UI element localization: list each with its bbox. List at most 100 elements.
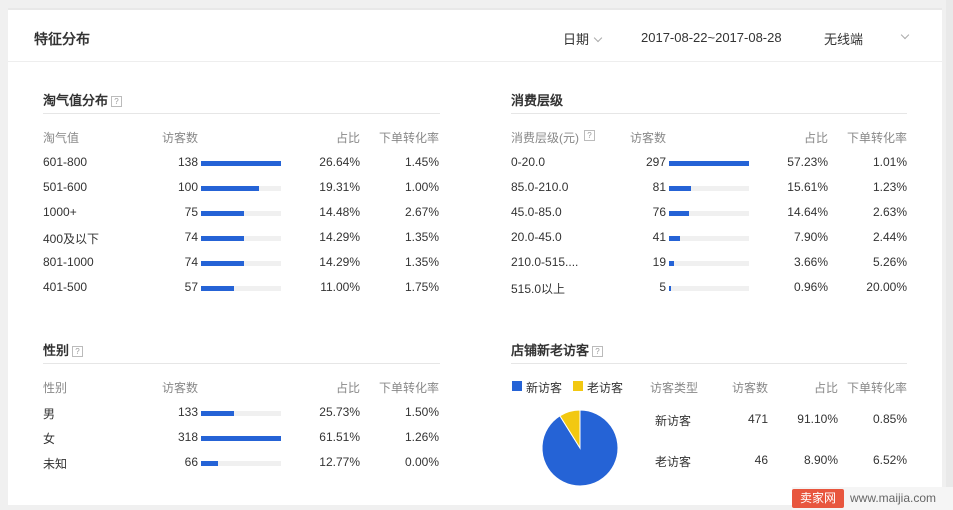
column-header: 性别 — [43, 381, 68, 395]
legend-swatch-new — [512, 381, 522, 391]
row-visitors: 5 — [659, 280, 666, 294]
row-conversion: 2.44% — [872, 230, 907, 244]
row-share: 19.31% — [319, 180, 360, 194]
bar-fill — [669, 286, 671, 291]
row-label: 0-20.0 — [511, 155, 546, 169]
bar-fill — [669, 236, 680, 241]
help-icon[interactable]: ? — [592, 346, 604, 357]
column-header: 占比 — [803, 131, 828, 145]
column-header: 占比 — [335, 381, 360, 395]
column-header: 下单转化率 — [378, 131, 439, 145]
bar-track — [201, 461, 281, 466]
gender-title-text: 性别 — [43, 343, 70, 358]
device-select[interactable]: 无线端 — [824, 29, 863, 48]
row-label: 501-600 — [43, 180, 88, 194]
bar-track — [201, 411, 281, 416]
gender-divider — [43, 363, 440, 364]
bar-track — [201, 261, 281, 266]
bar-fill — [201, 436, 281, 441]
row-share: 12.77% — [319, 455, 360, 469]
new-old-visitor-pie-chart — [541, 409, 619, 487]
row-share: 14.29% — [319, 255, 360, 269]
row-conversion: 1.75% — [404, 280, 439, 294]
taoqi-title-text: 淘气值分布 — [43, 93, 109, 108]
column-header: 下单转化率 — [846, 381, 907, 395]
row-share: 14.29% — [319, 230, 360, 244]
bar-track — [201, 211, 281, 216]
row-conversion: 1.45% — [404, 155, 439, 169]
row-share: 11.00% — [320, 280, 360, 294]
row-visitors: 74 — [184, 255, 198, 269]
row-visitors: 41 — [652, 230, 666, 244]
row-visitors: 75 — [184, 205, 198, 219]
consume-divider — [511, 113, 907, 114]
row-label: 男 — [43, 407, 56, 421]
card-header: 特征分布 日期 2017-08-22~2017-08-28 无线端 — [8, 10, 942, 62]
bar-fill — [201, 261, 244, 266]
row-share: 15.61% — [787, 180, 828, 194]
row-visitors: 297 — [645, 155, 666, 169]
column-header: 访客数 — [630, 131, 667, 145]
help-icon[interactable]: ? — [111, 96, 123, 107]
bar-track — [201, 286, 281, 291]
row-share: 14.48% — [319, 205, 360, 219]
row-share: 14.64% — [787, 205, 828, 219]
bar-fill — [201, 461, 218, 466]
scrollbar[interactable] — [946, 0, 953, 510]
row-share: 0.96% — [793, 280, 828, 294]
row-conversion: 1.35% — [404, 230, 439, 244]
bar-fill — [201, 411, 234, 416]
row-share: 3.66% — [793, 255, 828, 269]
row-label: 210.0-515.... — [511, 255, 579, 269]
date-dropdown[interactable]: 日期 — [563, 29, 603, 48]
row-label: 601-800 — [43, 155, 88, 169]
bar-fill — [201, 286, 234, 291]
legend-swatch-old — [573, 381, 583, 391]
bar-track — [201, 161, 281, 166]
bar-fill — [201, 211, 244, 216]
help-icon[interactable]: ? — [584, 130, 595, 141]
row-conversion: 20.00% — [866, 280, 907, 294]
row-conversion: 0.85% — [872, 412, 907, 426]
bar-track — [201, 186, 281, 191]
row-conversion: 2.63% — [872, 205, 907, 219]
bar-fill — [201, 236, 244, 241]
column-header: 消费层级(元) — [511, 131, 579, 145]
row-share: 57.23% — [787, 155, 828, 169]
chevron-down-icon[interactable] — [900, 30, 910, 40]
bar-track — [669, 186, 749, 191]
bar-track — [201, 236, 281, 241]
row-conversion: 1.26% — [404, 430, 439, 444]
row-conversion: 1.01% — [872, 155, 907, 169]
row-share: 7.90% — [793, 230, 828, 244]
row-visitors: 66 — [184, 455, 198, 469]
bar-fill — [201, 161, 281, 166]
date-range-text[interactable]: 2017-08-22~2017-08-28 — [641, 30, 782, 45]
row-conversion: 2.67% — [404, 205, 439, 219]
bar-track — [669, 261, 749, 266]
row-conversion: 1.50% — [404, 405, 439, 419]
row-label: 85.0-210.0 — [511, 180, 569, 194]
row-visitors: 46 — [754, 453, 768, 467]
bar-fill — [669, 186, 691, 191]
row-label: 801-1000 — [43, 255, 94, 269]
column-header: 访客数 — [162, 381, 199, 395]
row-label: 45.0-85.0 — [511, 205, 562, 219]
row-visitors: 81 — [652, 180, 666, 194]
watermark: 卖家网 www.maijia.com — [792, 487, 953, 510]
row-visitors: 318 — [177, 430, 198, 444]
row-conversion: 1.00% — [404, 180, 439, 194]
row-label: 401-500 — [43, 280, 88, 294]
row-label: 1000+ — [43, 205, 77, 219]
row-visitors: 76 — [652, 205, 666, 219]
help-icon[interactable]: ? — [72, 346, 84, 357]
row-conversion: 1.23% — [872, 180, 907, 194]
device-select-label: 无线端 — [824, 32, 864, 47]
watermark-url: www.maijia.com — [850, 491, 937, 505]
taoqi-section-title: 淘气值分布? — [43, 90, 123, 109]
newold-section-title: 店铺新老访客? — [511, 340, 604, 359]
column-header: 访客数 — [162, 131, 199, 145]
row-share: 61.51% — [319, 430, 360, 444]
bar-track — [669, 286, 749, 291]
feature-distribution-card: 特征分布 日期 2017-08-22~2017-08-28 无线端 淘气值分布?… — [8, 8, 942, 505]
